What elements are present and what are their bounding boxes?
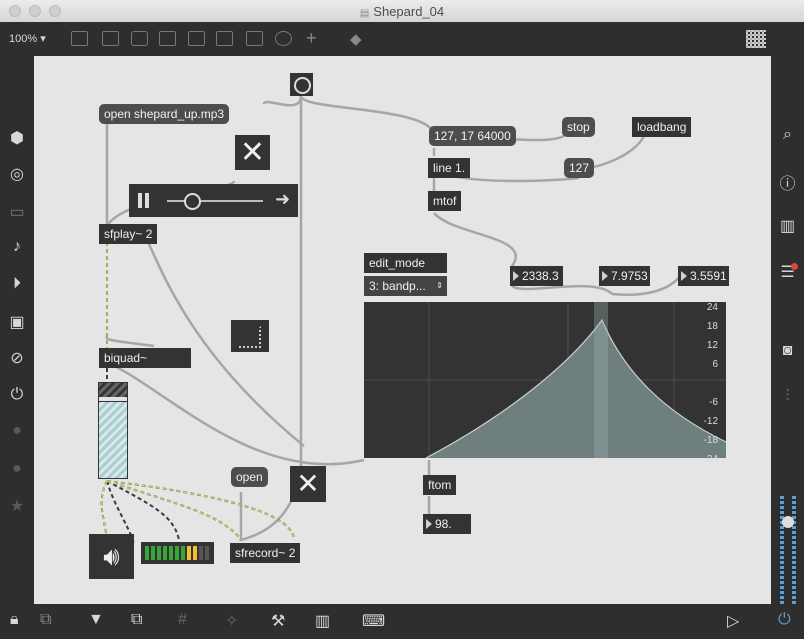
list-icon[interactable]: ☰ (771, 262, 804, 282)
gain-number[interactable]: 7.9753 (599, 266, 650, 286)
toggle-icon[interactable] (159, 31, 176, 46)
bottom-toolbar (0, 604, 804, 639)
zoom-select[interactable]: 100% ▾ (9, 32, 46, 45)
toggle-record[interactable]: ✕ (290, 466, 326, 502)
film-icon[interactable]: ▭ (0, 202, 34, 222)
level-meter (141, 542, 214, 564)
beap-icon[interactable]: ● (0, 460, 34, 478)
wrench-icon[interactable]: ⚒ (271, 611, 285, 631)
speaker-icon[interactable]: 🔊︎ (89, 534, 134, 579)
toggle-stop[interactable]: ✕ (235, 135, 270, 170)
piano-icon[interactable]: ▥ (315, 611, 330, 631)
cube-icon[interactable]: ⬢ (0, 128, 34, 148)
menu-arrows-icon: ⇕ (436, 281, 443, 290)
top-toolbar: 100% ▾ + ◆ (0, 22, 804, 56)
add-object-icon[interactable]: + (306, 28, 317, 49)
stop-message[interactable]: stop (562, 117, 595, 137)
vizzie-icon[interactable]: ● (0, 422, 34, 440)
notification-dot (791, 263, 798, 270)
step-play-icon[interactable]: ⏵ (0, 275, 34, 293)
sfplay-object[interactable]: sfplay~ 2 (99, 224, 158, 244)
mtof-object[interactable]: mtof (428, 191, 462, 211)
bang-button[interactable] (290, 73, 313, 96)
lock-icon[interactable]: 🔒︎ (10, 611, 19, 629)
patcher-canvas[interactable]: open shepard_up.mp3 ✕ ➜ sfplay~ 2 biquad… (34, 56, 771, 604)
output-meter-right (792, 496, 796, 604)
dial-icon[interactable] (275, 31, 292, 46)
biquad-object[interactable]: biquad~ (99, 348, 191, 368)
windows-icon[interactable]: ⧉ (131, 611, 142, 629)
grid-view-icon[interactable] (746, 30, 766, 48)
filtergraph[interactable]: 24 18 12 6 -6 -12 -18 -24 (364, 302, 727, 465)
edit-mode-icon[interactable]: ⧉ (40, 611, 51, 629)
open-file-message[interactable]: open shepard_up.mp3 (99, 104, 230, 124)
output-meter-left (780, 496, 784, 604)
slider-object-icon[interactable] (216, 31, 233, 46)
loop-arrow-icon[interactable]: ➜ (275, 189, 290, 210)
presentation-mode-icon[interactable]: ▼ (88, 611, 104, 629)
presentation-icon[interactable] (71, 31, 88, 46)
edit-mode-comment: edit_mode (364, 253, 447, 273)
dsp-power-icon[interactable]: ⏻ (778, 611, 791, 629)
playbar[interactable]: ➜ (129, 184, 298, 217)
target-icon[interactable]: ◎ (0, 164, 34, 184)
number-picker[interactable] (231, 320, 269, 352)
image-icon[interactable]: ▣ (0, 312, 34, 332)
object-box-icon[interactable] (102, 31, 119, 46)
title-bar: ▤ Shepard_04 (0, 0, 804, 23)
mixer-icon[interactable]: ⫶ (771, 388, 804, 406)
snap-icon[interactable]: ✧ (225, 611, 238, 631)
db-scale: 24 18 12 6 -6 -12 -18 -24 (703, 302, 718, 465)
window-title: ▤ Shepard_04 (359, 4, 445, 19)
line-params-message[interactable]: 127, 17 64000 (429, 126, 516, 146)
keyboard-icon[interactable]: ⌨ (362, 611, 385, 631)
book-icon[interactable]: ▥ (771, 216, 804, 236)
output-gain-slider[interactable] (782, 516, 794, 528)
plug-icon[interactable]: ⏻ (0, 386, 34, 404)
filter-mode-menu[interactable]: 3: bandp... ⇕ (364, 276, 447, 296)
paperclip-icon[interactable]: ⊘ (0, 348, 34, 368)
grid-icon[interactable]: # (178, 611, 187, 629)
loadbang-object[interactable]: loadbang (632, 117, 692, 137)
q-number[interactable]: 3.5591 (678, 266, 729, 286)
star-icon[interactable]: ★ (0, 496, 34, 516)
ftom-object[interactable]: ftom (423, 475, 457, 495)
freq-number[interactable]: 2338.3 (510, 266, 563, 286)
sfrecord-object[interactable]: sfrecord~ 2 (230, 543, 301, 563)
camera-icon[interactable]: ◙ (771, 342, 804, 360)
document-icon: ▤ (359, 8, 370, 19)
left-sidebar: ⬢ ◎ ▭ ♪ ⏵ ▣ ⊘ ⏻ ● ● ★ (0, 56, 34, 604)
filter-response-curve (364, 302, 727, 459)
comment-icon[interactable] (131, 31, 148, 46)
right-sidebar: ⌕ ⓘ ▥ ☰ ◙ ⫶ (771, 56, 804, 604)
line-object[interactable]: line 1. (428, 158, 471, 178)
info-icon[interactable]: ⓘ (771, 170, 804, 194)
search-icon[interactable]: ⌕ (771, 126, 804, 144)
number-object-icon[interactable] (246, 31, 263, 46)
pause-icon[interactable] (145, 193, 149, 208)
open-record-message[interactable]: open (231, 467, 268, 487)
playbar-position-knob[interactable] (184, 193, 201, 210)
play-clock-icon[interactable]: ▷ (727, 611, 739, 631)
music-note-icon[interactable]: ♪ (0, 238, 34, 256)
paint-bucket-icon[interactable]: ◆ (350, 30, 362, 48)
ftom-output-number[interactable]: 98. (423, 514, 471, 534)
gain-slider[interactable] (98, 382, 128, 479)
value-127-message[interactable]: 127 (564, 158, 595, 178)
button-object-icon[interactable] (188, 31, 205, 46)
